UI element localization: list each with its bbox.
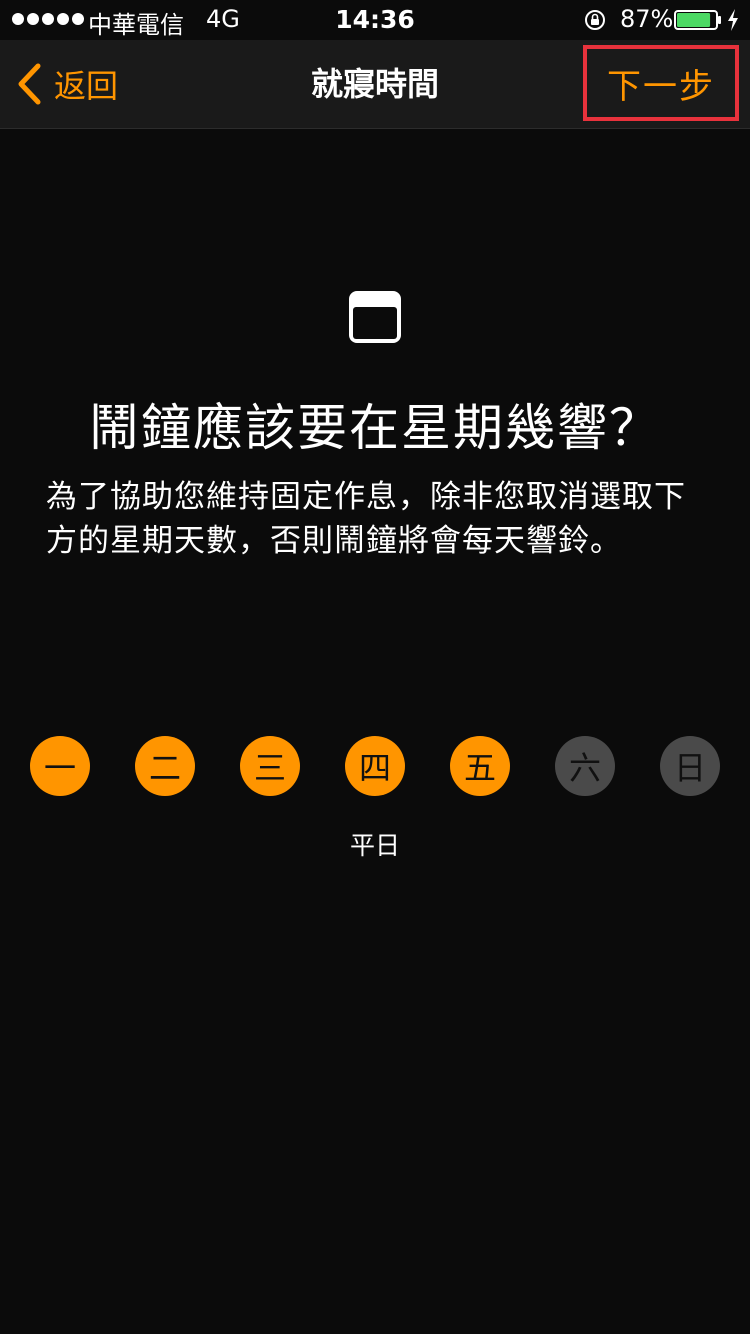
description: 為了協助您維持固定作息，除非您取消選取下方的星期天數，否則鬧鐘將會每天響鈴。 — [46, 479, 686, 559]
charging-bolt-icon — [728, 9, 738, 31]
weekday-summary: 平日 — [349, 831, 400, 860]
screen: 中華電信 4G 14:36 87% 返回 就寢時間 下一步 鬧鐘應該要在星期幾響… — [0, 0, 750, 1334]
chevron-left-icon — [18, 63, 41, 105]
day-toggle-wed[interactable]: 三 — [240, 736, 300, 796]
weekday-picker: 一 二 三 四 五 六 日 — [30, 736, 720, 796]
next-button[interactable]: 下一步 — [583, 45, 739, 121]
day-toggle-sun[interactable]: 日 — [660, 736, 720, 796]
day-label: 五 — [463, 749, 496, 787]
day-label: 四 — [358, 749, 391, 787]
headline: 鬧鐘應該要在星期幾響？ — [89, 399, 661, 457]
back-button[interactable]: 返回 — [14, 40, 118, 128]
back-button-label: 返回 — [54, 67, 119, 105]
day-toggle-mon[interactable]: 一 — [30, 736, 90, 796]
day-label: 二 — [148, 749, 181, 787]
day-toggle-sat[interactable]: 六 — [555, 736, 615, 796]
calendar-icon — [349, 291, 401, 343]
day-label: 一 — [43, 749, 76, 787]
next-button-label: 下一步 — [607, 66, 715, 107]
day-toggle-fri[interactable]: 五 — [450, 736, 510, 796]
status-bar: 中華電信 4G 14:36 87% — [0, 0, 750, 40]
day-label: 六 — [568, 749, 601, 787]
day-label: 三 — [253, 749, 286, 787]
day-label: 日 — [673, 749, 706, 787]
battery-icon — [674, 10, 721, 30]
navigation-bar: 返回 就寢時間 下一步 — [0, 40, 750, 129]
day-toggle-thu[interactable]: 四 — [345, 736, 405, 796]
battery-percent: 87% — [620, 5, 674, 33]
rotation-lock-icon — [585, 10, 605, 30]
day-toggle-tue[interactable]: 二 — [135, 736, 195, 796]
